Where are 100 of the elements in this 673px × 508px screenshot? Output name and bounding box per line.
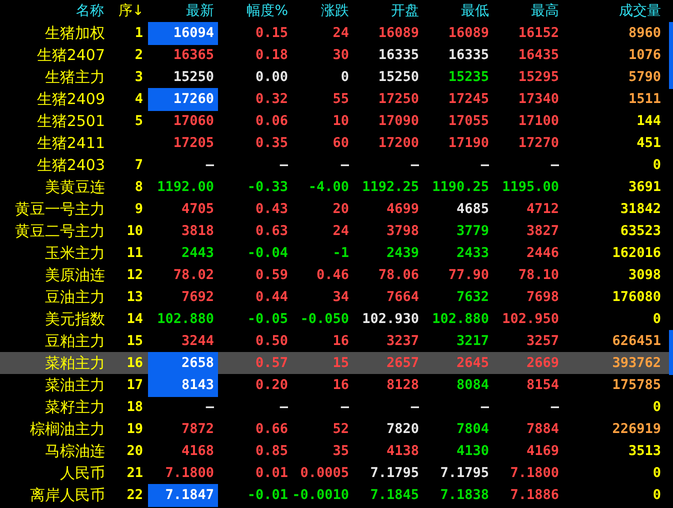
- table-cell-text: -0.05: [247, 310, 288, 330]
- instrument-name[interactable]: 人民币: [60, 462, 105, 484]
- table-cell-text: 0: [652, 310, 661, 330]
- table-cell-text: 16089: [378, 24, 419, 44]
- instrument-name[interactable]: 美黄豆连: [45, 176, 105, 198]
- row-number: 21: [126, 464, 143, 484]
- table-cell-text: -0.04: [247, 244, 288, 264]
- row-number: 14: [126, 310, 143, 330]
- row-number: 19: [126, 420, 143, 440]
- column-header[interactable]: 成交量: [619, 0, 661, 22]
- instrument-name[interactable]: 生猪2409: [36, 88, 105, 110]
- table-cell-text: 626451: [612, 332, 661, 352]
- table-cell-text: 1076: [628, 46, 661, 66]
- table-cell-text: 78.10: [518, 266, 559, 286]
- instrument-name[interactable]: 菜籽主力: [45, 396, 105, 418]
- table-cell-text: -4.00: [308, 178, 349, 198]
- table-cell-text: 24: [332, 24, 349, 44]
- table-cell-text: —: [280, 156, 288, 176]
- instrument-name[interactable]: 生猪2403: [36, 154, 105, 176]
- instrument-name[interactable]: 菜油主力: [45, 374, 105, 396]
- table-cell-text: 2446: [526, 244, 559, 264]
- table-cell-text: 8084: [456, 376, 489, 396]
- table-cell-text: 17260: [173, 90, 214, 110]
- column-header[interactable]: 序↓: [118, 0, 144, 22]
- table-cell-text: 4699: [386, 200, 419, 220]
- instrument-name[interactable]: 豆油主力: [45, 286, 105, 308]
- table-cell-text: 3691: [628, 178, 661, 198]
- table-cell-text: 3827: [526, 222, 559, 242]
- table-cell-text: 4138: [386, 442, 419, 462]
- column-header[interactable]: 最新: [186, 0, 214, 22]
- table-cell-text: -0.01: [247, 486, 288, 506]
- instrument-name[interactable]: 棕榈油主力: [30, 418, 105, 440]
- instrument-name[interactable]: 玉米主力: [45, 242, 105, 264]
- table-cell-text: 16094: [173, 24, 214, 44]
- instrument-name[interactable]: 黄豆二号主力: [15, 220, 105, 242]
- table-cell-text: 0.0005: [300, 464, 349, 484]
- table-cell-text: 15235: [448, 68, 489, 88]
- table-cell-text: 0.57: [255, 354, 288, 374]
- table-cell-text: 17190: [448, 134, 489, 154]
- row-number: 7: [134, 156, 143, 176]
- column-header[interactable]: 幅度%: [246, 0, 288, 22]
- table-cell-text: 16335: [448, 46, 489, 66]
- row-number: 9: [134, 200, 143, 220]
- instrument-name[interactable]: 菜粕主力: [45, 352, 105, 374]
- table-cell-text: 15250: [378, 68, 419, 88]
- table-cell-text: 0.43: [255, 200, 288, 220]
- row-number: 15: [126, 332, 143, 352]
- table-cell-text: 0.66: [255, 420, 288, 440]
- table-cell-text: 7.1800: [165, 464, 214, 484]
- table-cell-text: 24: [332, 222, 349, 242]
- table-cell-text: 78.06: [378, 266, 419, 286]
- table-cell-text: 176080: [612, 288, 661, 308]
- table-cell-text: 17055: [448, 112, 489, 132]
- table-cell-text: 0.00: [255, 68, 288, 88]
- table-cell-text: 52: [332, 420, 349, 440]
- column-header[interactable]: 最低: [461, 0, 489, 22]
- table-cell-text: 393762: [612, 354, 661, 374]
- table-cell-text: 0.06: [255, 112, 288, 132]
- instrument-name[interactable]: 马棕油连: [45, 440, 105, 462]
- instrument-name[interactable]: 生猪主力: [45, 66, 105, 88]
- instrument-name[interactable]: 美原油连: [45, 264, 105, 286]
- column-header[interactable]: 开盘: [391, 0, 419, 22]
- instrument-name[interactable]: 离岸人民币: [30, 484, 105, 506]
- instrument-name[interactable]: 生猪2407: [36, 44, 105, 66]
- table-cell-text: 16365: [173, 46, 214, 66]
- table-cell-text: 2657: [386, 354, 419, 374]
- table-cell-text: 102.950: [502, 310, 559, 330]
- table-cell-text: 1192.00: [157, 178, 214, 198]
- instrument-name[interactable]: 生猪2501: [36, 110, 105, 132]
- table-cell-text: 0: [652, 156, 661, 176]
- table-cell-text: 16: [332, 332, 349, 352]
- row-number: 22: [126, 486, 143, 506]
- selected-row[interactable]: 菜粕主力 16 2658 0.57 15 2657 2645 2669 393762: [0, 352, 673, 374]
- instrument-name[interactable]: 生猪加权: [45, 22, 105, 44]
- table-cell-text: 4169: [526, 442, 559, 462]
- instrument-name[interactable]: 黄豆一号主力: [15, 198, 105, 220]
- row-number: 8: [134, 178, 143, 198]
- instrument-name[interactable]: 生猪2411: [36, 132, 105, 154]
- row-number: 10: [126, 222, 143, 242]
- row-number: 4: [134, 90, 143, 110]
- table-cell-text: 2658: [181, 354, 214, 374]
- table-cell-text: 0.35: [255, 134, 288, 154]
- table-cell-text: 3513: [628, 442, 661, 462]
- table-cell-text: 0.85: [255, 442, 288, 462]
- table-cell-text: 7692: [181, 288, 214, 308]
- table-cell-text: 451: [636, 134, 661, 154]
- table-cell-text: 2439: [386, 244, 419, 264]
- table-cell-text: —: [206, 156, 214, 176]
- column-header[interactable]: 最高: [531, 0, 559, 22]
- table-cell-text: 34: [332, 288, 349, 308]
- column-header[interactable]: 名称: [76, 0, 104, 22]
- table-cell-text: 17100: [518, 112, 559, 132]
- table-cell-text: 0.63: [255, 222, 288, 242]
- instrument-name[interactable]: 豆粕主力: [45, 330, 105, 352]
- table-cell-text: 7632: [456, 288, 489, 308]
- table-cell-text: 7.1800: [510, 464, 559, 484]
- table-cell-text: 77.90: [448, 266, 489, 286]
- instrument-name[interactable]: 美元指数: [45, 308, 105, 330]
- table-cell-text: 20: [332, 200, 349, 220]
- column-header[interactable]: 涨跌: [321, 0, 349, 22]
